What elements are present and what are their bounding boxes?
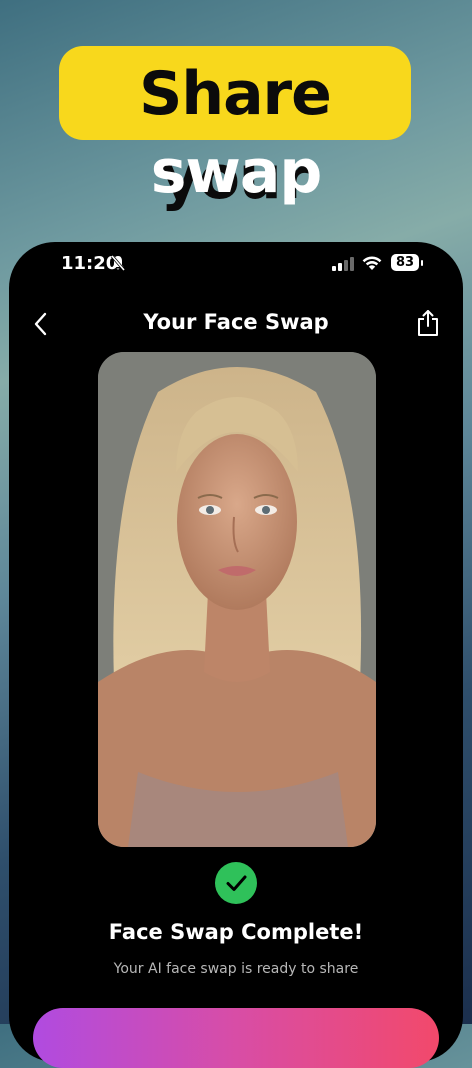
status-bar: 11:20 83	[9, 242, 463, 286]
primary-action-button[interactable]	[33, 1008, 439, 1068]
battery-icon: 83	[391, 254, 419, 271]
face-swap-result-image	[98, 352, 376, 847]
completion-subtitle: Your AI face swap is ready to share	[113, 961, 359, 977]
nav-bar: Your Face Swap	[9, 302, 463, 346]
phone-screen: 11:20 83 Your Face Swap Face Swap Comple…	[9, 242, 463, 1068]
share-icon[interactable]	[415, 308, 441, 338]
completion-title: Face Swap Complete!	[108, 920, 364, 944]
wifi-icon	[361, 254, 383, 275]
cellular-signal-icon	[332, 256, 354, 275]
promo-headline: Share your swap	[0, 0, 472, 230]
battery-tip	[421, 260, 423, 266]
headline-line-2: swap	[150, 137, 323, 207]
page-title: Your Face Swap	[143, 310, 329, 334]
checkmark-icon	[215, 862, 257, 904]
bell-slash-icon	[110, 254, 126, 276]
